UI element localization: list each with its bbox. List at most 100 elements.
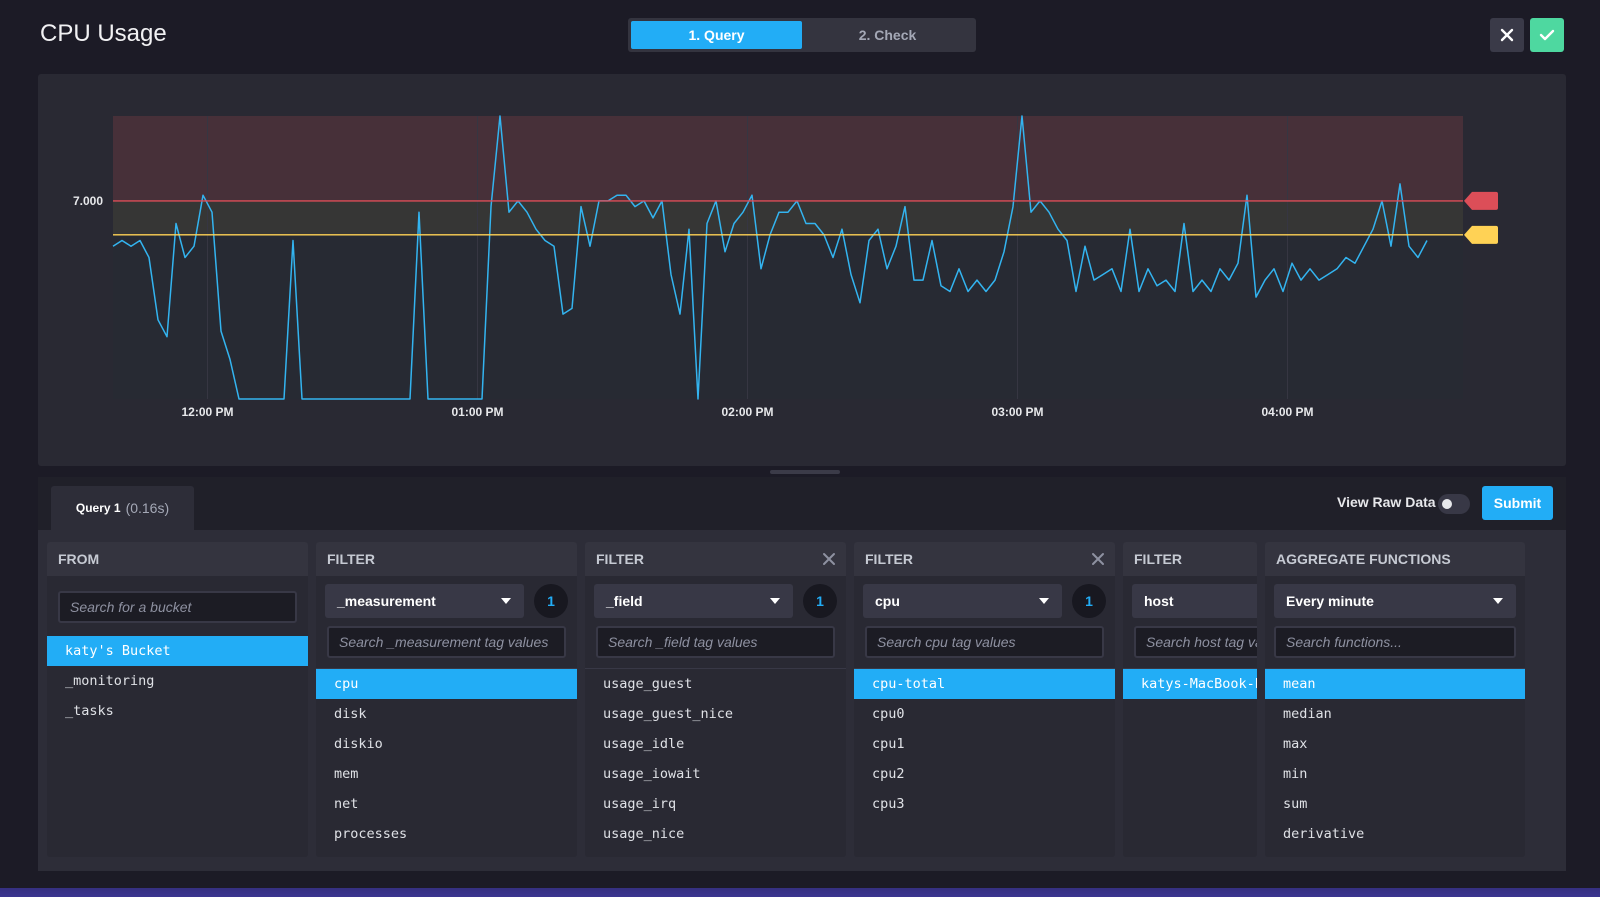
list-item[interactable]: derivative: [1265, 819, 1525, 849]
page-title: CPU Usage: [40, 20, 167, 47]
filter-key-dropdown[interactable]: _field: [594, 584, 793, 618]
step-check[interactable]: 2. Check: [802, 21, 973, 49]
toggle-knob: [1442, 499, 1452, 509]
query-tab[interactable]: Query 1 (0.16s): [51, 486, 194, 530]
list-item[interactable]: cpu3: [854, 789, 1115, 819]
checkmark-icon: [1539, 29, 1555, 41]
close-button[interactable]: [1490, 18, 1524, 52]
x-tick-label: 03:00 PM: [991, 405, 1043, 419]
window-period-row: Every minute: [1274, 584, 1516, 618]
tag-values-list: cpu-total cpu0 cpu1 cpu2 cpu3: [854, 669, 1115, 819]
list-item[interactable]: katy's Bucket: [47, 636, 308, 666]
filter-key-dropdown[interactable]: host: [1132, 584, 1257, 618]
selected-count-badge: 1: [803, 584, 837, 618]
list-item[interactable]: max: [1265, 729, 1525, 759]
aggregate-functions-card: AGGREGATE FUNCTIONS Every minute mean me…: [1265, 542, 1525, 857]
threshold-chart: 7.000 12:00 PM 01:00 PM 02:00 PM 03:00 PM 04:…: [73, 115, 1498, 419]
function-search-input[interactable]: [1274, 626, 1516, 658]
filter-card-host: FILTER host katys-MacBook-Pro.local: [1123, 542, 1257, 857]
card-title: FROM: [47, 542, 308, 576]
window-period-dropdown[interactable]: Every minute: [1274, 584, 1516, 618]
list-item[interactable]: usage_nice: [585, 819, 846, 849]
list-item[interactable]: processes: [316, 819, 577, 849]
tag-values-list: usage_guest usage_guest_nice usage_idle …: [585, 669, 846, 849]
card-title: FILTER: [1123, 542, 1257, 576]
card-title: FILTER: [316, 542, 577, 576]
list-item[interactable]: _tasks: [47, 696, 308, 726]
selected-count-badge: 1: [534, 584, 568, 618]
card-title: FILTER: [585, 542, 846, 576]
x-tick-label: 04:00 PM: [1261, 405, 1313, 419]
tag-values-list: katys-MacBook-Pro.local: [1123, 669, 1257, 699]
dropdown-value: Every minute: [1286, 593, 1374, 609]
critical-zone: [113, 116, 1463, 201]
warning-zone: [113, 200, 1463, 235]
caret-down-icon: [770, 598, 780, 604]
list-item[interactable]: usage_guest: [585, 669, 846, 699]
remove-filter-icon[interactable]: [822, 552, 836, 566]
panel-resize-handle[interactable]: [770, 470, 840, 474]
list-item[interactable]: net: [316, 789, 577, 819]
filter-key-dropdown[interactable]: cpu: [863, 584, 1062, 618]
list-item[interactable]: diskio: [316, 729, 577, 759]
list-item[interactable]: usage_guest_nice: [585, 699, 846, 729]
warning-threshold-handle[interactable]: [1464, 225, 1498, 244]
list-item[interactable]: usage_iowait: [585, 759, 846, 789]
filter-card-measurement: FILTER _measurement 1 cpu disk diskio me…: [316, 542, 577, 857]
tag-search-input[interactable]: [865, 626, 1104, 658]
list-item[interactable]: mean: [1265, 669, 1525, 699]
remove-filter-icon[interactable]: [1091, 552, 1105, 566]
caret-down-icon: [1039, 598, 1049, 604]
tag-search-input[interactable]: [596, 626, 835, 658]
list-item[interactable]: disk: [316, 699, 577, 729]
submit-button[interactable]: Submit: [1482, 486, 1553, 520]
bucket-search-input[interactable]: [58, 591, 297, 623]
dropdown-value: _field: [606, 593, 643, 609]
y-tick-label: 7.000: [73, 194, 103, 208]
list-item[interactable]: min: [1265, 759, 1525, 789]
overlay-header: CPU Usage 1. Query 2. Check: [0, 0, 1600, 70]
list-item[interactable]: katys-MacBook-Pro.local: [1123, 669, 1257, 699]
list-item[interactable]: cpu: [316, 669, 577, 699]
filter-card-field: FILTER _field 1 usage_guest usage_guest_…: [585, 542, 846, 857]
filter-key-row: cpu 1: [863, 584, 1106, 618]
close-icon: [1500, 28, 1514, 42]
dropdown-value: host: [1144, 593, 1174, 609]
selected-count-badge: 1: [1072, 584, 1106, 618]
caret-down-icon: [501, 598, 511, 604]
dropdown-value: _measurement: [337, 593, 436, 609]
list-item[interactable]: usage_idle: [585, 729, 846, 759]
graph-panel: 7.000 12:00 PM 01:00 PM 02:00 PM 03:00 PM 04:…: [38, 74, 1566, 466]
list-item[interactable]: _monitoring: [47, 666, 308, 696]
list-item[interactable]: usage_irq: [585, 789, 846, 819]
filter-card-cpu: FILTER cpu 1 cpu-total cpu0 cpu1 cpu2 cp…: [854, 542, 1115, 857]
tag-search-input[interactable]: [1134, 626, 1257, 658]
query-tab-name: Query 1: [75, 501, 121, 515]
query-tab-time: (0.16s): [125, 500, 170, 516]
bucket-list: katy's Bucket _monitoring _tasks: [47, 636, 308, 726]
card-title-text: FILTER: [596, 551, 644, 567]
list-item[interactable]: cpu0: [854, 699, 1115, 729]
view-raw-data-toggle[interactable]: [1438, 494, 1470, 514]
card-title-text: FILTER: [865, 551, 913, 567]
list-item[interactable]: sum: [1265, 789, 1525, 819]
filter-key-row: _field 1: [594, 584, 837, 618]
tag-search-input[interactable]: [327, 626, 566, 658]
x-tick-label: 02:00 PM: [721, 405, 773, 419]
list-item[interactable]: median: [1265, 699, 1525, 729]
step-query[interactable]: 1. Query: [631, 21, 802, 49]
confirm-button[interactable]: [1530, 18, 1564, 52]
list-item[interactable]: cpu2: [854, 759, 1115, 789]
list-item[interactable]: cpu-total: [854, 669, 1115, 699]
list-item[interactable]: cpu1: [854, 729, 1115, 759]
card-title: AGGREGATE FUNCTIONS: [1265, 542, 1525, 576]
filter-key-row: host: [1132, 584, 1257, 618]
view-raw-data-label: View Raw Data: [1337, 494, 1436, 510]
card-title: FILTER: [854, 542, 1115, 576]
builder-cards-area: FROM katy's Bucket _monitoring _tasks FI…: [38, 530, 1566, 871]
critical-threshold-handle[interactable]: [1464, 191, 1498, 210]
functions-list: mean median max min sum derivative: [1265, 669, 1525, 849]
dropdown-value: cpu: [875, 593, 900, 609]
filter-key-dropdown[interactable]: _measurement: [325, 584, 524, 618]
list-item[interactable]: mem: [316, 759, 577, 789]
